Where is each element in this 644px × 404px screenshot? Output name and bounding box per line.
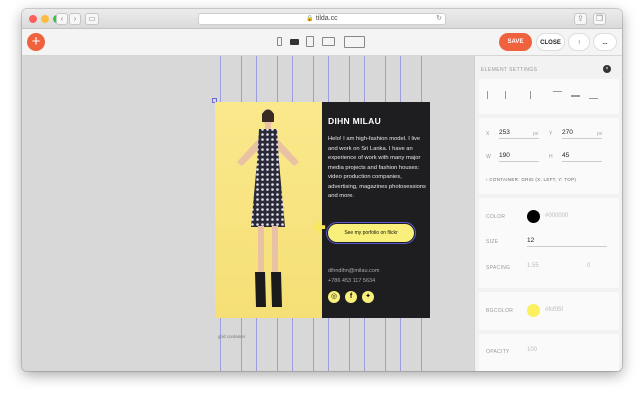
size-label: SIZE bbox=[486, 239, 499, 245]
spacing-input-2[interactable]: 0 bbox=[587, 263, 590, 269]
model-figure-illustration bbox=[237, 109, 299, 307]
color-swatch[interactable] bbox=[527, 210, 540, 223]
h-label: H bbox=[549, 154, 553, 160]
spacing-input[interactable]: 1.55 bbox=[527, 263, 539, 269]
lock-icon: 🔒 bbox=[306, 16, 314, 22]
tablet-landscape-icon[interactable] bbox=[322, 37, 335, 46]
w-input[interactable]: 190 bbox=[499, 152, 510, 159]
sidebar-toggle-icon[interactable]: ▭ bbox=[85, 13, 99, 25]
tablet-portrait-icon[interactable] bbox=[306, 36, 314, 47]
typography-section: COLOR #000000 SIZE 12 SPACING 1.55 0 bbox=[479, 198, 619, 288]
h-input-underline bbox=[562, 161, 602, 162]
profile-name[interactable]: DIHN MILAU bbox=[328, 116, 381, 126]
forward-button[interactable]: › bbox=[69, 13, 81, 25]
align-middle-icon[interactable] bbox=[571, 95, 580, 97]
phone-text[interactable]: +786 453 117 5634 bbox=[328, 278, 375, 284]
x-label: X bbox=[486, 131, 490, 137]
profile-card: DIHN MILAU Helo! I am high-fashion model… bbox=[322, 102, 430, 318]
editor-toolbar: + SAVE CLOSE ↑ ... bbox=[22, 29, 622, 56]
w-label: W bbox=[486, 154, 492, 160]
email-text[interactable]: dihndihn@milau.com bbox=[328, 268, 379, 274]
editor-canvas[interactable]: DIHN MILAU Helo! I am high-fashion model… bbox=[22, 56, 474, 371]
share-icon[interactable]: ⇪ bbox=[574, 13, 587, 25]
profile-bio[interactable]: Helo! I am high-fashion model. I live an… bbox=[328, 135, 428, 202]
align-left-icon[interactable] bbox=[487, 91, 495, 99]
container-setting[interactable]: › CONTAINER: GRID (X: LEFT, Y: TOP) bbox=[486, 177, 576, 182]
grid-container-label: grid container bbox=[218, 334, 246, 339]
x-input[interactable]: 253 bbox=[499, 129, 510, 136]
browser-window: ‹ › ▭ 🔒 tilda.cc ↻ ⇪ ❐ + SAVE CLOSE ↑ ..… bbox=[22, 9, 622, 371]
portfolio-button[interactable]: See my porfolio on flickr bbox=[326, 222, 416, 244]
w-input-underline bbox=[499, 161, 539, 162]
mobile-portrait-icon[interactable] bbox=[277, 37, 282, 46]
x-unit: px bbox=[533, 131, 539, 137]
x-input-underline bbox=[499, 138, 539, 139]
element-settings-panel: ELEMENT SETTINGS × X 253 px Y 270 px W 1… bbox=[474, 56, 622, 371]
opacity-section: OPACITY 100 bbox=[479, 334, 619, 371]
save-button[interactable]: SAVE bbox=[499, 33, 532, 51]
close-button[interactable]: CLOSE bbox=[536, 33, 565, 51]
close-window-dot[interactable] bbox=[29, 15, 37, 23]
url-text: tilda.cc bbox=[315, 15, 338, 22]
alignment-section bbox=[479, 79, 619, 114]
model-photo[interactable] bbox=[215, 102, 322, 318]
align-center-icon[interactable] bbox=[505, 91, 513, 99]
y-label: Y bbox=[549, 131, 553, 137]
facebook-icon[interactable]: f bbox=[345, 291, 357, 303]
bgcolor-input[interactable]: #fcf05f bbox=[545, 307, 563, 313]
more-button[interactable]: ... bbox=[593, 33, 617, 51]
align-top-icon[interactable] bbox=[553, 91, 562, 99]
portfolio-button-label: See my porfolio on flickr bbox=[344, 230, 398, 236]
size-input[interactable]: 12 bbox=[527, 237, 534, 244]
settings-title: ELEMENT SETTINGS bbox=[481, 67, 538, 73]
position-section: X 253 px Y 270 px W 190 H 45 › CONTAINER… bbox=[479, 118, 619, 194]
y-unit: px bbox=[597, 131, 603, 137]
size-slider[interactable] bbox=[527, 246, 607, 247]
reload-icon[interactable]: ↻ bbox=[436, 14, 442, 24]
browser-titlebar: ‹ › ▭ 🔒 tilda.cc ↻ ⇪ ❐ bbox=[22, 9, 622, 29]
background-section: BGCOLOR #fcf05f bbox=[479, 292, 619, 330]
publish-button[interactable]: ↑ bbox=[568, 33, 590, 51]
resize-handle-icon[interactable]: ✚ bbox=[312, 221, 326, 237]
bgcolor-label: BGCOLOR bbox=[486, 308, 514, 314]
minimize-window-dot[interactable] bbox=[41, 15, 49, 23]
desktop-icon[interactable] bbox=[344, 36, 365, 48]
instagram-icon[interactable]: ◎ bbox=[328, 291, 340, 303]
align-bottom-icon[interactable] bbox=[589, 91, 598, 99]
tabs-icon[interactable]: ❐ bbox=[593, 13, 606, 25]
back-button[interactable]: ‹ bbox=[56, 13, 68, 25]
close-settings-icon[interactable]: × bbox=[603, 65, 611, 73]
h-input[interactable]: 45 bbox=[562, 152, 569, 159]
align-right-icon[interactable] bbox=[523, 91, 531, 99]
twitter-icon[interactable]: ✦ bbox=[362, 291, 374, 303]
y-input-underline bbox=[562, 138, 602, 139]
spacing-label: SPACING bbox=[486, 265, 511, 271]
y-input[interactable]: 270 bbox=[562, 129, 573, 136]
address-bar[interactable]: 🔒 tilda.cc ↻ bbox=[198, 13, 446, 25]
color-label: COLOR bbox=[486, 214, 506, 220]
opacity-label: OPACITY bbox=[486, 349, 510, 355]
mobile-landscape-icon[interactable] bbox=[290, 39, 299, 45]
add-block-button[interactable]: + bbox=[27, 33, 45, 51]
bgcolor-swatch[interactable] bbox=[527, 304, 540, 317]
color-input[interactable]: #000000 bbox=[545, 213, 568, 219]
opacity-input[interactable]: 100 bbox=[527, 347, 537, 353]
